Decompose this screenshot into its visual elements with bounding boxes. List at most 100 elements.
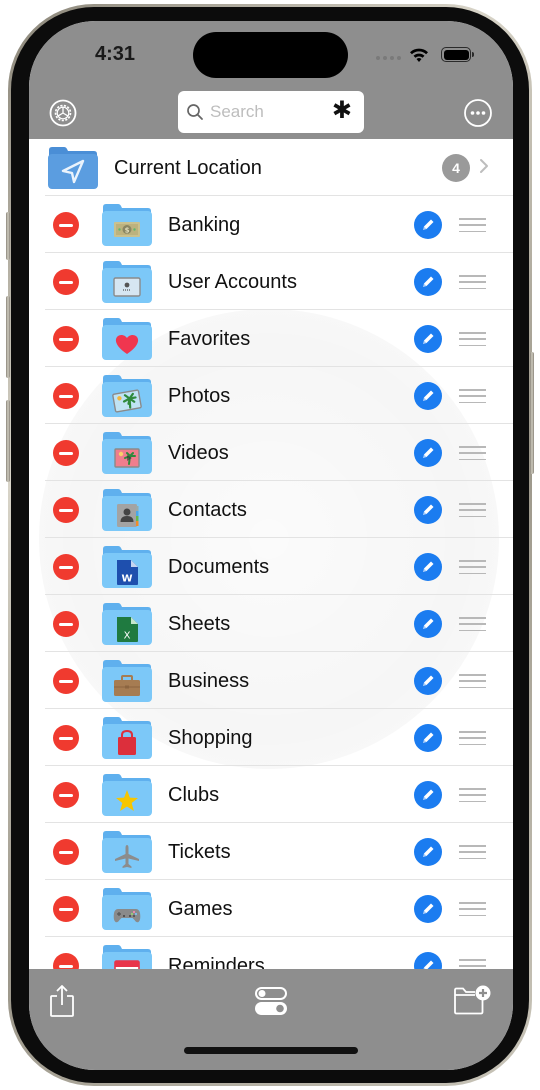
folder-list[interactable]: Current Location 4 $ Banking User Accoun… [29, 139, 513, 969]
folder-label: Videos [168, 442, 229, 464]
edit-icon[interactable] [414, 610, 442, 638]
reorder-handle-icon[interactable] [459, 617, 486, 631]
reorder-handle-icon[interactable] [459, 332, 486, 346]
reorder-handle-icon[interactable] [459, 959, 486, 969]
reorder-handle-icon[interactable] [459, 731, 486, 745]
reorder-handle-icon[interactable] [459, 503, 486, 517]
gamepad-folder-icon [101, 887, 153, 931]
folder-label: Documents [168, 556, 270, 578]
edit-icon[interactable] [414, 553, 442, 581]
calendar-folder-icon: 12 [101, 944, 153, 969]
wifi-icon [410, 48, 428, 62]
folder-row-favorites[interactable]: Favorites [29, 310, 513, 367]
folder-row-banking[interactable]: $ Banking [29, 196, 513, 253]
edit-icon[interactable] [414, 781, 442, 809]
delete-icon[interactable] [53, 953, 79, 969]
folder-row-contacts[interactable]: Contacts [29, 481, 513, 538]
delete-icon[interactable] [53, 326, 79, 352]
edit-icon[interactable] [414, 724, 442, 752]
screen: 4:31 ✱ [29, 21, 513, 1070]
home-indicator[interactable] [184, 1047, 358, 1054]
reorder-handle-icon[interactable] [459, 788, 486, 802]
delete-icon[interactable] [53, 212, 79, 238]
edit-icon[interactable] [414, 667, 442, 695]
volume-down-button [6, 400, 10, 482]
reorder-handle-icon[interactable] [459, 218, 486, 232]
svg-text:W: W [121, 574, 132, 585]
delete-icon[interactable] [53, 839, 79, 865]
edit-icon[interactable] [414, 382, 442, 410]
reorder-handle-icon[interactable] [459, 389, 486, 403]
share-icon[interactable] [49, 984, 75, 1018]
video-folder-icon [101, 431, 153, 475]
edit-icon[interactable] [414, 952, 442, 969]
search-field[interactable]: ✱ [178, 91, 364, 133]
edit-icon[interactable] [414, 325, 442, 353]
folder-label: User Accounts [168, 271, 297, 293]
delete-icon[interactable] [53, 782, 79, 808]
edit-icon[interactable] [414, 895, 442, 923]
folder-row-sheets[interactable]: X Sheets [29, 595, 513, 652]
volume-up-button [6, 296, 10, 378]
search-icon [187, 104, 203, 120]
folder-label: Banking [168, 214, 241, 236]
folder-row-clubs[interactable]: Clubs [29, 766, 513, 823]
bottom-toolbar [29, 969, 513, 1070]
new-folder-icon[interactable] [453, 985, 491, 1015]
top-bar: 4:31 ✱ [29, 21, 513, 139]
delete-icon[interactable] [53, 383, 79, 409]
folder-label: Contacts [168, 499, 247, 521]
dynamic-island [193, 32, 348, 78]
svg-text:$: $ [125, 227, 130, 235]
folder-label: Reminders [168, 955, 265, 969]
delete-icon[interactable] [53, 611, 79, 637]
settings-gear-icon[interactable] [49, 99, 77, 127]
folder-row-reminders[interactable]: 12 Reminders [29, 937, 513, 969]
edit-icon[interactable] [414, 439, 442, 467]
reorder-handle-icon[interactable] [459, 446, 486, 460]
reorder-handle-icon[interactable] [459, 275, 486, 289]
delete-icon[interactable] [53, 497, 79, 523]
word-doc-folder-icon: W [101, 545, 153, 589]
edit-icon[interactable] [414, 496, 442, 524]
folder-row-photos[interactable]: Photos [29, 367, 513, 424]
folder-row-user-accounts[interactable]: User Accounts [29, 253, 513, 310]
delete-icon[interactable] [53, 725, 79, 751]
current-location-row[interactable]: Current Location 4 [29, 139, 513, 196]
delete-icon[interactable] [53, 896, 79, 922]
location-count-badge: 4 [442, 154, 470, 182]
folder-label: Tickets [168, 841, 231, 863]
battery-icon [441, 47, 471, 62]
chevron-right-icon [480, 159, 488, 173]
reorder-handle-icon[interactable] [459, 674, 486, 688]
edit-icon[interactable] [414, 838, 442, 866]
folder-row-documents[interactable]: W Documents [29, 538, 513, 595]
edit-icon[interactable] [414, 268, 442, 296]
edit-icon[interactable] [414, 211, 442, 239]
search-input[interactable] [210, 102, 330, 122]
delete-icon[interactable] [53, 440, 79, 466]
delete-icon[interactable] [53, 554, 79, 580]
location-folder-icon [47, 146, 99, 190]
more-options-icon[interactable] [463, 98, 493, 128]
airplane-folder-icon [101, 830, 153, 874]
photo-folder-icon [101, 374, 153, 418]
status-time: 4:31 [95, 43, 136, 65]
reorder-handle-icon[interactable] [459, 560, 486, 574]
delete-icon[interactable] [53, 269, 79, 295]
banknote-folder-icon: $ [101, 203, 153, 247]
reorder-handle-icon[interactable] [459, 902, 486, 916]
folder-row-games[interactable]: Games [29, 880, 513, 937]
reorder-handle-icon[interactable] [459, 845, 486, 859]
folder-row-tickets[interactable]: Tickets [29, 823, 513, 880]
folder-label: Favorites [168, 328, 251, 350]
search-options-button[interactable]: ✱ [332, 99, 352, 123]
toggles-icon[interactable] [255, 987, 287, 1015]
shopping-bag-folder-icon [101, 716, 153, 760]
svg-text:X: X [124, 631, 131, 642]
folder-row-business[interactable]: Business [29, 652, 513, 709]
folder-row-videos[interactable]: Videos [29, 424, 513, 481]
star-folder-icon [101, 773, 153, 817]
folder-row-shopping[interactable]: Shopping [29, 709, 513, 766]
delete-icon[interactable] [53, 668, 79, 694]
